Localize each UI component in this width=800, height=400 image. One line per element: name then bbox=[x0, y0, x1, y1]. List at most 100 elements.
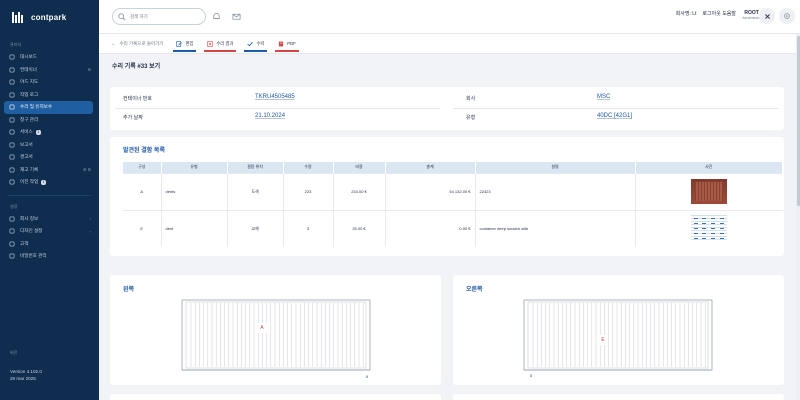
warning-icon bbox=[9, 154, 15, 160]
search-icon bbox=[118, 12, 126, 20]
info-divider bbox=[115, 108, 440, 109]
next-card bbox=[110, 394, 441, 400]
sidebar-item[interactable]: 보고서 bbox=[0, 139, 99, 152]
sidebar-item[interactable]: 경고서 bbox=[0, 151, 99, 164]
map-icon bbox=[9, 79, 15, 85]
sidebar-item[interactable]: 청구 관리 bbox=[0, 114, 99, 127]
sidebar-item-action-icon[interactable]: ⊞ bbox=[88, 67, 91, 72]
version-number: Version 4.102.0 bbox=[10, 369, 42, 374]
damage-photo[interactable] bbox=[691, 214, 727, 242]
company-label: 회사 bbox=[466, 96, 476, 102]
edit-button[interactable]: 편집 bbox=[171, 34, 198, 54]
check-icon bbox=[247, 41, 254, 46]
sidebar-item[interactable]: 작업 로그 bbox=[0, 89, 99, 102]
user-links[interactable]: 로그아웃 도움말 bbox=[702, 10, 736, 17]
company-value[interactable]: MSC bbox=[597, 94, 610, 100]
sidebar-item[interactable]: 재고 기록 ⊞ ⊞ bbox=[0, 164, 99, 177]
pdf-button-label: PDF bbox=[287, 41, 296, 46]
repair-result-button[interactable]: 수리 결과 bbox=[202, 34, 238, 54]
type-value: 40DC [42G1] bbox=[597, 113, 633, 119]
back-link-label: 수리 기록으로 돌아가기 bbox=[119, 40, 164, 46]
search-input[interactable] bbox=[130, 14, 200, 19]
type-label: 유형 bbox=[466, 115, 476, 121]
back-link[interactable]: ← 수리 기록으로 돌아가기 bbox=[111, 41, 163, 47]
bell-icon[interactable] bbox=[212, 12, 221, 21]
sidebar-item-label: 야드 지도 bbox=[20, 79, 39, 85]
cell-description: 22423 bbox=[475, 172, 636, 210]
mail-icon[interactable] bbox=[232, 12, 241, 21]
app-logo[interactable]: contpark bbox=[0, 0, 99, 34]
company-icon bbox=[9, 216, 15, 222]
sidebar-item[interactable]: 회사 정보 › bbox=[0, 213, 99, 226]
table-row: A dents 도색 223 234.00 € 54 132.00 € 2242… bbox=[123, 172, 783, 210]
settings-button[interactable] bbox=[779, 8, 795, 24]
cell-location: 도색 bbox=[227, 172, 284, 210]
right-container-drawing bbox=[523, 299, 713, 371]
col-type: 유형 bbox=[161, 162, 228, 173]
damage-photo[interactable] bbox=[691, 178, 727, 204]
sidebar-item[interactable]: 컨테이너 ⊞ bbox=[0, 64, 99, 77]
user-info[interactable]: 회사명: Lt 로그아웃 도움말 bbox=[676, 10, 736, 17]
close-button[interactable] bbox=[759, 8, 775, 24]
cell-total: 0.00 € bbox=[385, 209, 476, 247]
sidebar-item[interactable]: 서비스 1 bbox=[0, 126, 99, 139]
accept-button[interactable]: 수락 bbox=[242, 34, 269, 54]
sidebar-item-label: 대시보드 bbox=[20, 54, 37, 60]
sidebar-item-action-icon[interactable]: › bbox=[90, 229, 91, 234]
cell-location: 교체 bbox=[227, 209, 284, 247]
col-total: 총계 bbox=[385, 162, 476, 173]
close-icon bbox=[764, 13, 770, 19]
cell-type: dent bbox=[161, 209, 228, 247]
sidebar-item-label: 경고서 bbox=[20, 154, 33, 160]
sidebar-item-label: 회사 정보 bbox=[20, 215, 39, 221]
sidebar-item-action-icon[interactable]: ⊞ ⊞ bbox=[83, 167, 91, 172]
col-location: 결함 위치 bbox=[227, 162, 284, 173]
sidebar-section-admin: 관리자 bbox=[10, 42, 22, 47]
container-number-value[interactable]: TKRU4505485 bbox=[255, 94, 295, 100]
customer-icon bbox=[9, 241, 15, 247]
sidebar-item[interactable]: 비밀번호 관리 bbox=[0, 250, 99, 263]
damage-table-header: 구성 유형 결함 위치 수량 비용 총계 설명 사진 bbox=[123, 162, 783, 173]
history-icon bbox=[9, 179, 15, 185]
accept-button-label: 수락 bbox=[256, 40, 265, 46]
pdf-button[interactable]: PDF bbox=[273, 34, 301, 54]
arrow-left-icon: ← bbox=[111, 41, 116, 46]
right-view-title: 오른쪽 bbox=[466, 287, 483, 293]
gear-icon bbox=[784, 13, 790, 19]
topbar: 회사명: Lt 로그아웃 도움말 ROOT Administrator bbox=[99, 0, 800, 34]
container-icon bbox=[9, 67, 15, 73]
table-row: E dent 교체 3 25.00 € 0.00 € container dee… bbox=[123, 209, 783, 247]
added-date-label: 추가 날짜 bbox=[123, 115, 143, 121]
scrollbar-thumb[interactable] bbox=[796, 36, 800, 206]
col-description: 설명 bbox=[475, 162, 636, 173]
left-view-mark: 8 bbox=[366, 374, 369, 379]
added-date-value: 21.10.2024 bbox=[255, 113, 286, 119]
sidebar-item-label: 이전 작업 bbox=[20, 179, 39, 185]
home-icon bbox=[9, 54, 15, 60]
left-view-title: 왼쪽 bbox=[123, 287, 135, 293]
cell-description: container deep scratch with bbox=[475, 209, 636, 247]
report-icon bbox=[9, 142, 15, 148]
sidebar-item-label: 컨테이너 bbox=[20, 66, 37, 72]
count-badge: 1 bbox=[41, 179, 47, 185]
sidebar-item[interactable]: 이전 작업 1 bbox=[0, 176, 99, 189]
version-info: Version 4.102.0 28 mar 2025 bbox=[10, 368, 42, 382]
service-icon bbox=[9, 129, 15, 135]
sidebar-item[interactable]: 고객 bbox=[0, 238, 99, 251]
sidebar-item[interactable]: 야드 지도 bbox=[0, 76, 99, 89]
sidebar-item[interactable]: 디자인 설정 › bbox=[0, 225, 99, 238]
sidebar-item-label: 청구 관리 bbox=[20, 116, 39, 122]
sidebar-item[interactable]: 대시보드 bbox=[0, 51, 99, 64]
damage-list-title: 발견된 결함 목록 bbox=[123, 148, 165, 154]
right-view-mark: 8 bbox=[530, 373, 533, 378]
damage-marker-a[interactable]: A bbox=[257, 323, 267, 333]
search-box[interactable] bbox=[112, 8, 206, 25]
sidebar-item-action-icon[interactable]: › bbox=[90, 216, 91, 221]
next-card bbox=[453, 394, 784, 400]
damage-marker-e[interactable]: E bbox=[598, 335, 608, 345]
page-title: 수리 기록 #33 보기 bbox=[112, 64, 161, 70]
design-icon bbox=[9, 228, 15, 234]
cell-photo bbox=[635, 172, 783, 210]
sidebar-item-label: 수리 및 유지보수 bbox=[20, 104, 53, 110]
sidebar-item[interactable]: 수리 및 유지보수 bbox=[4, 101, 93, 114]
